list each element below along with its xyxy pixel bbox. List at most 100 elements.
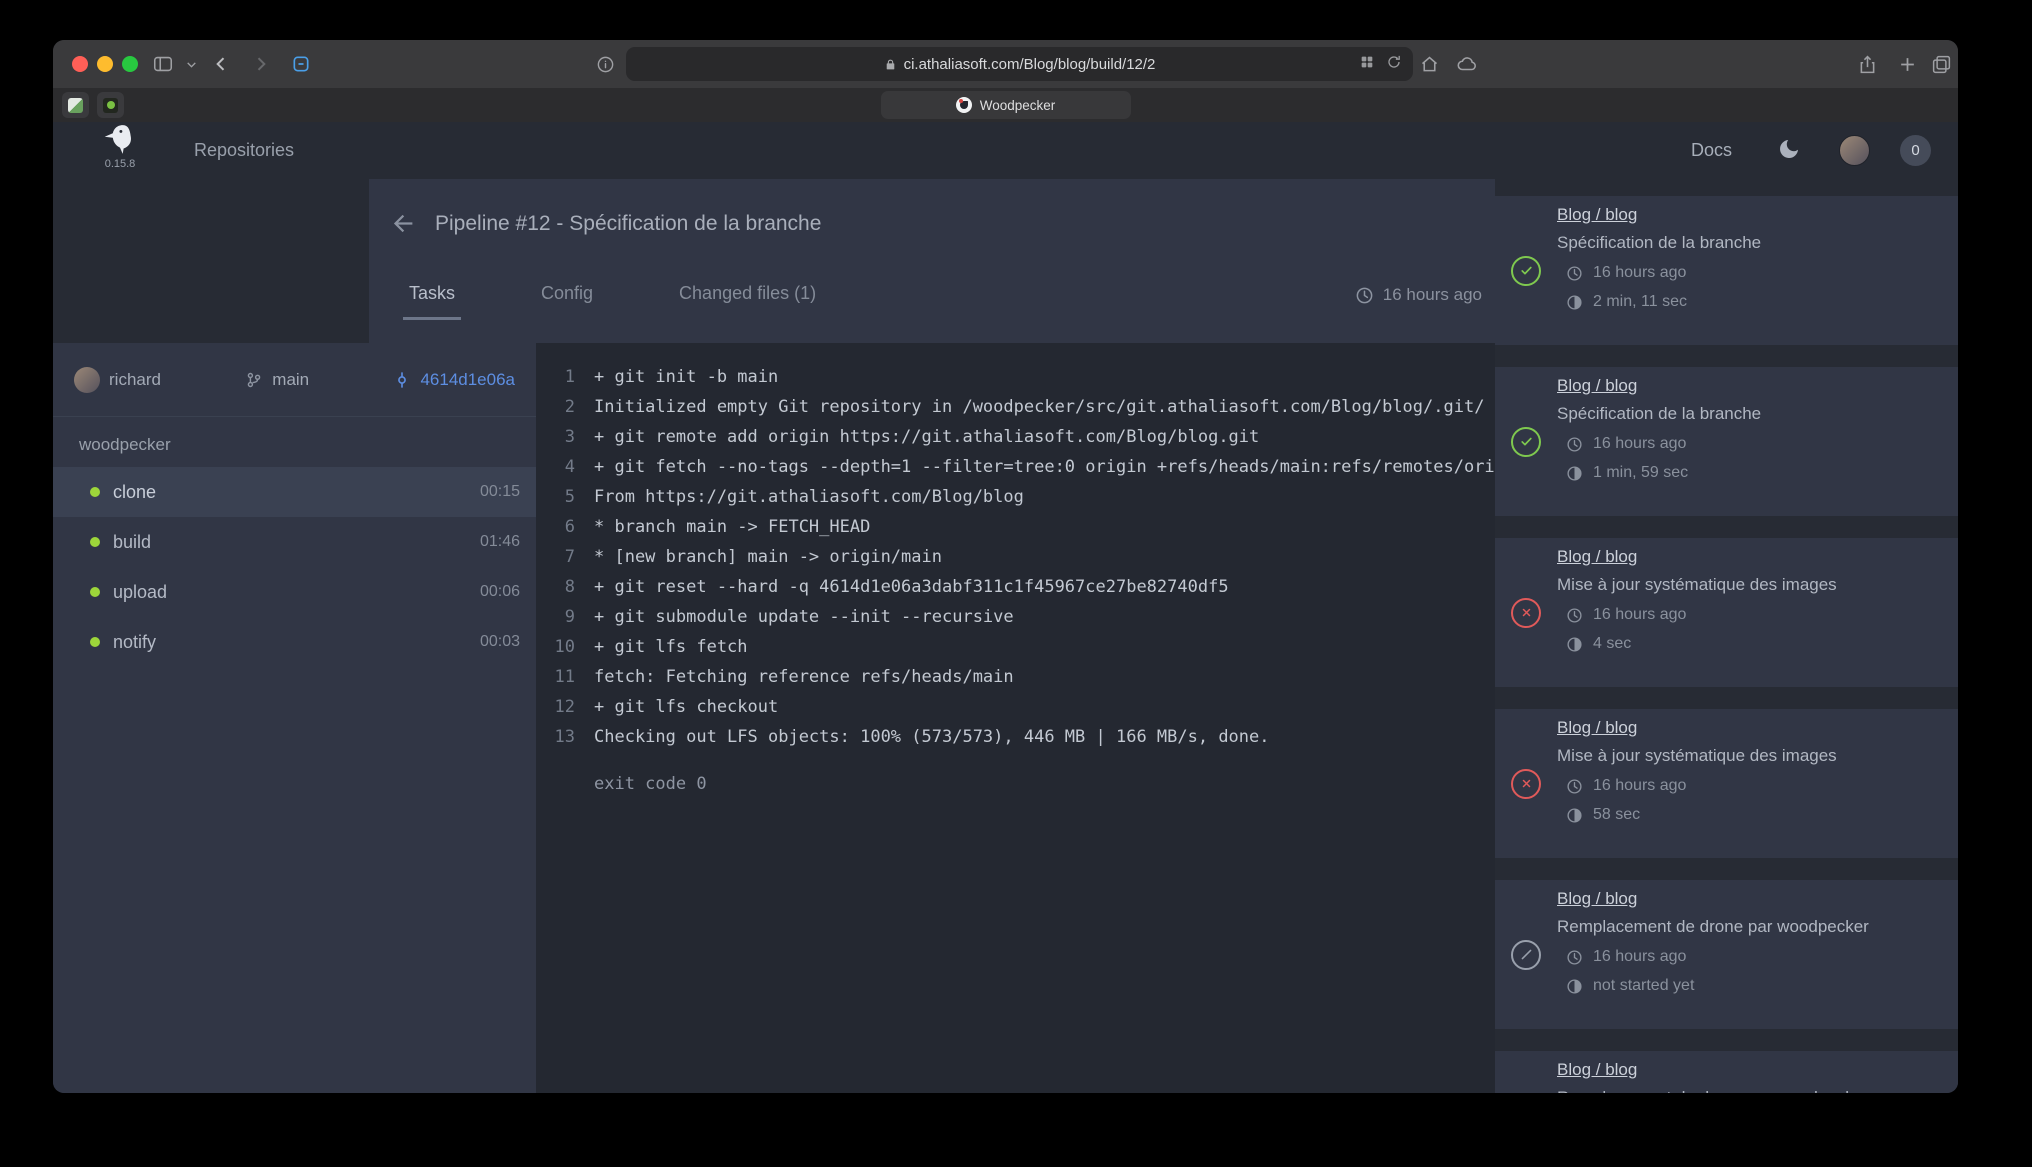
status-success-icon [1511,427,1541,457]
step-name: build [113,532,151,553]
branch-name: main [272,370,309,390]
desktop-background: ci.athaliasoft.com/Blog/blog/build/12/2 [0,0,2032,1167]
clock-icon [1566,265,1583,282]
log-line: 8+ git reset --hard -q 4614d1e06a3dabf31… [536,572,1495,602]
clock-icon [1566,436,1583,453]
pipeline-feed-item[interactable]: Blog / blog Mise à jour systématique des… [1495,538,1958,687]
safari-window: ci.athaliasoft.com/Blog/blog/build/12/2 [53,40,1958,1093]
repo-link[interactable]: Blog / blog [1557,1060,1637,1080]
new-tab-icon[interactable] [1891,40,1923,88]
commit-meta-row: richard main 4614d1e06a [53,343,536,417]
pinned-tab-1[interactable] [62,92,89,118]
woodpecker-logo[interactable]: 0.15.8 [89,124,151,170]
close-window-button[interactable] [72,56,88,72]
duration-icon [1566,465,1583,482]
step-name: upload [113,582,167,603]
tab-title: Woodpecker [980,98,1056,113]
log-line: 4+ git fetch --no-tags --depth=1 --filte… [536,452,1495,482]
commit-sha[interactable]: 4614d1e06a [393,370,515,390]
step-notify[interactable]: notify 00:03 [53,617,536,667]
recent-pipelines-sidebar[interactable]: Blog / blog Spécification de la branche … [1495,179,1958,1093]
clock-icon [1355,286,1374,305]
tab-tasks[interactable]: Tasks [403,275,461,320]
clock-icon [1566,607,1583,624]
reload-icon[interactable] [1386,54,1402,74]
nav-repositories[interactable]: Repositories [194,122,294,179]
pipeline-feed-item[interactable]: Blog / blog Mise à jour systématique des… [1495,709,1958,858]
share-icon[interactable] [1851,40,1883,88]
user-avatar[interactable] [1839,135,1870,166]
build-message: Mise à jour systématique des images [1557,575,1948,595]
home-icon[interactable] [1413,40,1445,88]
commit-link[interactable]: 4614d1e06a [420,370,515,390]
build-duration: 4 sec [1593,635,1631,653]
woodpecker-favicon [956,97,972,113]
active-browser-tab[interactable]: Woodpecker [881,91,1131,119]
extensions-icon[interactable] [1359,54,1375,74]
log-line: 11fetch: Fetching reference refs/heads/m… [536,662,1495,692]
page-title: Pipeline #12 - Spécification de la branc… [435,212,821,236]
author-name: richard [109,370,161,390]
sidebar-toggle-icon[interactable] [147,40,179,88]
forward-button[interactable] [245,40,277,88]
lock-icon [884,58,897,71]
chevron-down-icon[interactable] [181,40,201,88]
duration-icon [1566,978,1583,995]
tab-changed-files[interactable]: Changed files (1) [673,275,822,320]
nav-docs[interactable]: Docs [1691,122,1732,179]
queue-count-badge[interactable]: 0 [1900,135,1931,166]
repo-link[interactable]: Blog / blog [1557,889,1637,909]
step-name: clone [113,482,156,503]
pinned-tab-2[interactable] [97,92,124,118]
step-duration: 00:15 [480,483,520,501]
build-time: 16 hours ago [1593,777,1686,795]
step-clone[interactable]: clone 00:15 [53,467,536,517]
log-line: 3+ git remote add origin https://git.ath… [536,422,1495,452]
extension-icon[interactable] [285,40,317,88]
build-message: Remplacement de drone par woodpecker [1557,1088,1948,1093]
traffic-lights [72,56,138,72]
commit-author: richard [74,367,161,393]
commit-icon [393,371,411,389]
build-duration: 1 min, 59 sec [1593,464,1688,482]
log-output[interactable]: 1+ git init -b main 2Initialized empty G… [536,343,1495,1093]
tab-overview-icon[interactable] [1925,40,1957,88]
build-time: 16 hours ago [1593,264,1686,282]
dark-mode-toggle-icon[interactable] [1777,137,1801,166]
pipeline-feed-item[interactable]: Blog / blog Spécification de la branche … [1495,367,1958,516]
zoom-window-button[interactable] [122,56,138,72]
step-upload[interactable]: upload 00:06 [53,567,536,617]
tab-config[interactable]: Config [535,275,599,320]
repo-link[interactable]: Blog / blog [1557,718,1637,738]
icloud-tabs-icon[interactable] [1451,40,1483,88]
step-build[interactable]: build 01:46 [53,517,536,567]
step-duration: 00:06 [480,583,520,601]
clock-icon [1566,778,1583,795]
status-not-started-icon [1511,940,1541,970]
back-button[interactable] [205,40,237,88]
pinned-tab-favicon [68,98,83,113]
author-avatar [74,367,100,393]
back-arrow-icon[interactable] [391,210,418,242]
pipeline-feed-item[interactable]: Blog / blog Remplacement de drone par wo… [1495,1051,1958,1093]
privacy-report-icon[interactable] [589,40,621,88]
repo-link[interactable]: Blog / blog [1557,205,1637,225]
log-line: 13Checking out LFS objects: 100% (573/57… [536,722,1495,752]
exit-code: exit code 0 [536,769,1495,799]
pipeline-feed-item[interactable]: Blog / blog Spécification de la branche … [1495,196,1958,345]
build-duration: not started yet [1593,977,1694,995]
repo-link[interactable]: Blog / blog [1557,376,1637,396]
pipeline-time-text: 16 hours ago [1383,285,1482,305]
address-bar[interactable]: ci.athaliasoft.com/Blog/blog/build/12/2 [626,47,1413,81]
step-status-dot [90,637,100,647]
pipeline-feed-item[interactable]: Blog / blog Remplacement de drone par wo… [1495,880,1958,1029]
duration-icon [1566,636,1583,653]
pipeline-time: 16 hours ago [1355,285,1482,305]
pipeline-header-panel: Pipeline #12 - Spécification de la branc… [369,179,1495,343]
step-duration: 01:46 [480,533,520,551]
status-success-icon [1511,256,1541,286]
repo-link[interactable]: Blog / blog [1557,547,1637,567]
branch-icon [245,371,263,389]
minimize-window-button[interactable] [97,56,113,72]
log-line: 7* [new branch] main -> origin/main [536,542,1495,572]
